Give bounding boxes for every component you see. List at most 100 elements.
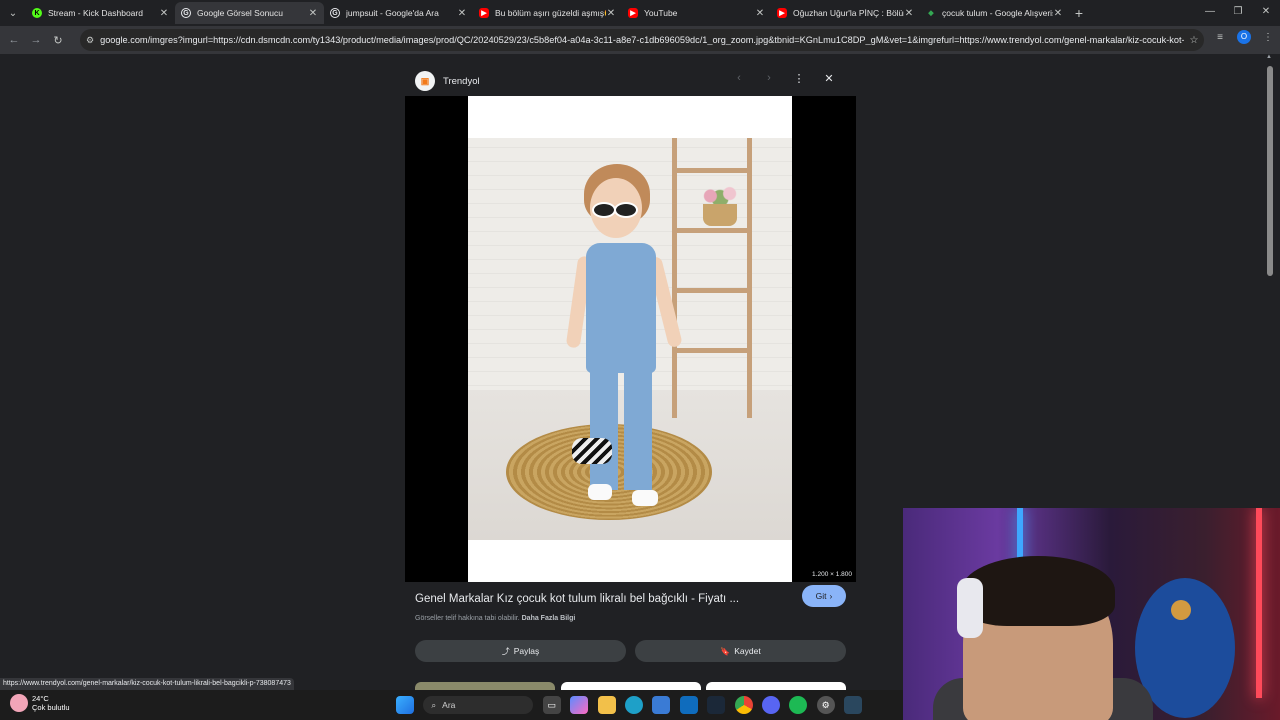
close-tab-icon[interactable]: ✕	[904, 8, 914, 19]
scroll-up-icon[interactable]: ▲	[1266, 54, 1272, 60]
steam-app-icon[interactable]	[844, 696, 863, 714]
share-button[interactable]: ⤴ Paylaş	[415, 640, 626, 662]
steam-icon[interactable]	[707, 696, 726, 714]
browser-toolbar: ← → ↻ ⚙ google.com/imgres?imgurl=https:/…	[0, 26, 1280, 54]
more-info-link[interactable]: Daha Fazla Bilgi	[522, 615, 576, 622]
youtube-icon: ▶	[479, 8, 489, 18]
task-view-icon[interactable]: ▭	[542, 696, 561, 714]
image-title[interactable]: Genel Markalar Kız çocuk kot tulum likra…	[415, 593, 745, 605]
outlook-icon[interactable]	[679, 696, 698, 714]
image-viewer-panel: ▣ Trendyol ‹ › ⋮ ✕ 1.200 × 1.800 Genel M…	[405, 66, 856, 696]
address-bar[interactable]: ⚙ google.com/imgres?imgurl=https://cdn.d…	[80, 29, 1204, 51]
discord-icon[interactable]	[761, 696, 780, 714]
visit-button[interactable]: Git ›	[802, 585, 846, 607]
url-text[interactable]: google.com/imgres?imgurl=https://cdn.dsm…	[100, 35, 1184, 45]
store-icon[interactable]	[652, 696, 671, 714]
image-dimensions: 1.200 × 1.800	[812, 571, 852, 578]
close-window-icon[interactable]: ✕	[1252, 0, 1280, 26]
denim-jumpsuit	[586, 243, 656, 373]
chrome-icon[interactable]	[734, 696, 753, 714]
weather-temp: 24°C	[32, 694, 49, 703]
site-info-icon[interactable]: ⚙	[86, 35, 94, 46]
save-button[interactable]: 🔖 Kaydet	[635, 640, 846, 662]
share-label: Paylaş	[513, 646, 540, 656]
edge-icon[interactable]	[624, 696, 643, 714]
webcam-overlay	[903, 508, 1280, 720]
new-tab-icon[interactable]: +	[1069, 5, 1089, 21]
windows-taskbar: 24°C Çok bulutlu ⌕ Ara ▭ ⚙	[0, 690, 903, 720]
tab-kick[interactable]: K Stream - Kick Dashboard ✕	[26, 2, 175, 24]
search-label: Ara	[442, 700, 456, 710]
tab-jumpsuit-search[interactable]: G jumpsuit - Google'da Ara ✕	[324, 2, 473, 24]
previous-icon[interactable]: ‹	[724, 72, 754, 85]
tab-pinc[interactable]: ▶ Oğuzhan Uğur'la PİNÇ : Bölüm ✕	[771, 2, 920, 24]
tab-title: Stream - Kick Dashboard	[48, 8, 143, 18]
tab-youtube[interactable]: ▶ YouTube ✕	[622, 2, 771, 24]
youtube-icon: ▶	[628, 8, 638, 18]
bookmark-icon: 🔖	[720, 646, 731, 656]
tab-title: Google Görsel Sonucu	[197, 8, 283, 18]
image-frame: 1.200 × 1.800	[405, 96, 856, 582]
media-control-icon[interactable]: ≡	[1208, 32, 1232, 43]
windows-start-icon[interactable]	[396, 696, 414, 714]
tab-shopping[interactable]: ◆ çocuk tulum - Google Alışveriş ✕	[920, 2, 1069, 24]
status-bar-url: https://www.trendyol.com/genel-markalar/…	[0, 678, 294, 690]
copilot-icon[interactable]	[570, 696, 589, 714]
image-actions: ⤴ Paylaş 🔖 Kaydet	[415, 640, 846, 662]
product-image[interactable]	[468, 96, 792, 582]
settings-gear-icon[interactable]: ⚙	[816, 696, 835, 714]
kick-icon: K	[32, 8, 42, 18]
back-icon[interactable]: ←	[3, 34, 25, 46]
reload-icon[interactable]: ↻	[47, 34, 69, 47]
copyright-notice: Görseller telif hakkına tabi olabilir. D…	[415, 615, 846, 622]
close-tab-icon[interactable]: ✕	[606, 8, 616, 19]
scrollbar-thumb[interactable]	[1267, 66, 1273, 276]
weather-widget[interactable]: 24°C Çok bulutlu	[10, 694, 70, 712]
google-icon: G	[181, 8, 191, 18]
image-info: Genel Markalar Kız çocuk kot tulum likra…	[415, 585, 846, 622]
next-icon[interactable]: ›	[754, 72, 784, 85]
chevron-right-icon: ›	[829, 591, 833, 601]
taskbar-search[interactable]: ⌕ Ara	[423, 696, 534, 714]
youtube-icon: ▶	[777, 8, 787, 18]
toolbar-actions: ≡ O ⋮	[1208, 30, 1280, 44]
profile-avatar[interactable]: O	[1237, 30, 1251, 44]
close-icon[interactable]: ✕	[814, 72, 844, 85]
headset	[957, 578, 983, 638]
search-icon: ⌕	[431, 699, 437, 710]
source-name[interactable]: Trendyol	[443, 76, 480, 87]
bookmark-star-icon[interactable]: ☆	[1184, 35, 1204, 46]
close-tab-icon[interactable]: ✕	[308, 8, 318, 19]
tab-google-image[interactable]: G Google Görsel Sonucu ✕	[175, 2, 324, 24]
tab-title: Bu bölüm aşırı güzeldi aşmış🤩	[495, 7, 606, 18]
minimize-icon[interactable]: —	[1196, 0, 1224, 26]
tab-title: YouTube	[644, 8, 678, 18]
shopping-icon: ◆	[928, 10, 934, 17]
restore-icon[interactable]: ❐	[1224, 0, 1252, 26]
more-options-icon[interactable]: ⋮	[784, 72, 814, 85]
menu-kebab-icon[interactable]: ⋮	[1256, 32, 1280, 43]
close-tab-icon[interactable]: ✕	[457, 8, 467, 19]
tab-title: jumpsuit - Google'da Ara	[346, 8, 439, 18]
visit-label: Git	[815, 591, 827, 601]
tab-search-icon[interactable]: ⌄	[0, 0, 26, 26]
google-icon: G	[330, 8, 340, 18]
close-tab-icon[interactable]: ✕	[755, 8, 765, 19]
share-icon: ⤴	[501, 646, 510, 656]
save-label: Kaydet	[734, 646, 761, 656]
photo-scene	[468, 138, 792, 540]
tab-title: Oğuzhan Uğur'la PİNÇ : Bölüm	[793, 8, 904, 18]
viewer-header: ▣ Trendyol ‹ › ⋮ ✕	[405, 66, 856, 96]
close-tab-icon[interactable]: ✕	[1053, 8, 1063, 19]
trendyol-logo-icon: ▣	[415, 71, 435, 91]
tab-youtube-video[interactable]: ▶ Bu bölüm aşırı güzeldi aşmış🤩 ✕	[473, 2, 622, 24]
close-tab-icon[interactable]: ✕	[159, 8, 169, 19]
file-explorer-icon[interactable]	[597, 696, 616, 714]
tab-title: çocuk tulum - Google Alışveriş	[942, 8, 1053, 18]
viewer-controls: ‹ › ⋮ ✕	[724, 72, 844, 85]
ladder	[672, 138, 752, 418]
taskbar-apps: ⌕ Ara ▭ ⚙	[396, 696, 871, 714]
forward-icon[interactable]: →	[25, 34, 47, 46]
weather-desc: Çok bulutlu	[32, 703, 70, 712]
spotify-icon[interactable]	[789, 696, 808, 714]
